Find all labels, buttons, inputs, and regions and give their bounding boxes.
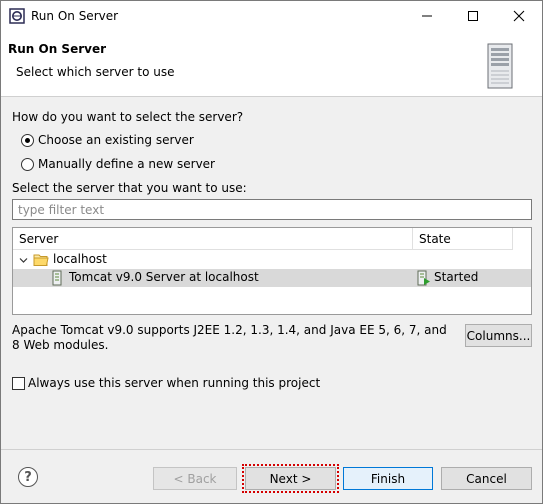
run-on-server-dialog: Run On Server Run On Server Select which… bbox=[0, 0, 543, 504]
always-use-checkbox[interactable] bbox=[12, 377, 25, 390]
banner-title: Run On Server bbox=[8, 42, 107, 56]
back-button[interactable]: < Back bbox=[153, 467, 237, 490]
server-description: Apache Tomcat v9.0 supports J2EE 1.2, 1.… bbox=[12, 323, 447, 352]
tree-row-tomcat-state: Started bbox=[434, 270, 479, 284]
tree-row-tomcat-label: Tomcat v9.0 Server at localhost bbox=[69, 270, 259, 284]
help-button[interactable]: ? bbox=[18, 467, 38, 487]
title-bar: Run On Server bbox=[1, 1, 542, 31]
folder-icon bbox=[33, 254, 49, 266]
column-header-state[interactable]: State bbox=[413, 228, 513, 250]
always-use-label[interactable]: Always use this server when running this… bbox=[28, 376, 320, 390]
close-button[interactable] bbox=[496, 1, 542, 31]
minimize-button[interactable] bbox=[404, 1, 450, 31]
next-button[interactable]: Next > bbox=[245, 467, 336, 490]
chevron-down-icon[interactable] bbox=[19, 256, 28, 265]
radio-choose-existing[interactable] bbox=[21, 134, 34, 147]
help-icon: ? bbox=[24, 469, 32, 485]
banner-subtitle: Select which server to use bbox=[16, 65, 175, 79]
maximize-icon bbox=[468, 11, 478, 21]
server-table[interactable]: Server State localhost Tomcat v9.0 Serve… bbox=[12, 227, 532, 315]
server-tower-icon bbox=[487, 43, 513, 89]
finish-button[interactable]: Finish bbox=[343, 467, 433, 490]
server-icon bbox=[52, 270, 62, 286]
columns-button[interactable]: Columns... bbox=[465, 324, 532, 347]
close-icon bbox=[513, 10, 525, 22]
cancel-button[interactable]: Cancel bbox=[441, 467, 532, 490]
server-started-icon bbox=[417, 270, 430, 286]
selection-question: How do you want to select the server? bbox=[12, 110, 244, 124]
minimize-icon bbox=[422, 15, 432, 17]
window-title: Run On Server bbox=[31, 9, 119, 23]
radio-define-new[interactable] bbox=[21, 158, 34, 171]
tree-row-tomcat[interactable]: Tomcat v9.0 Server at localhost Started bbox=[13, 269, 531, 287]
filter-input[interactable] bbox=[12, 199, 532, 220]
column-header-server[interactable]: Server bbox=[13, 228, 413, 250]
wizard-banner: Run On Server Select which server to use bbox=[1, 31, 542, 97]
radio-choose-existing-label[interactable]: Choose an existing server bbox=[38, 133, 194, 147]
footer-separator bbox=[1, 449, 542, 450]
tree-row-localhost[interactable]: localhost bbox=[13, 251, 531, 269]
server-list-label: Select the server that you want to use: bbox=[12, 181, 247, 195]
tree-row-localhost-label: localhost bbox=[53, 252, 107, 266]
radio-define-new-label[interactable]: Manually define a new server bbox=[38, 157, 215, 171]
eclipse-icon bbox=[9, 8, 25, 24]
maximize-button[interactable] bbox=[450, 1, 496, 31]
